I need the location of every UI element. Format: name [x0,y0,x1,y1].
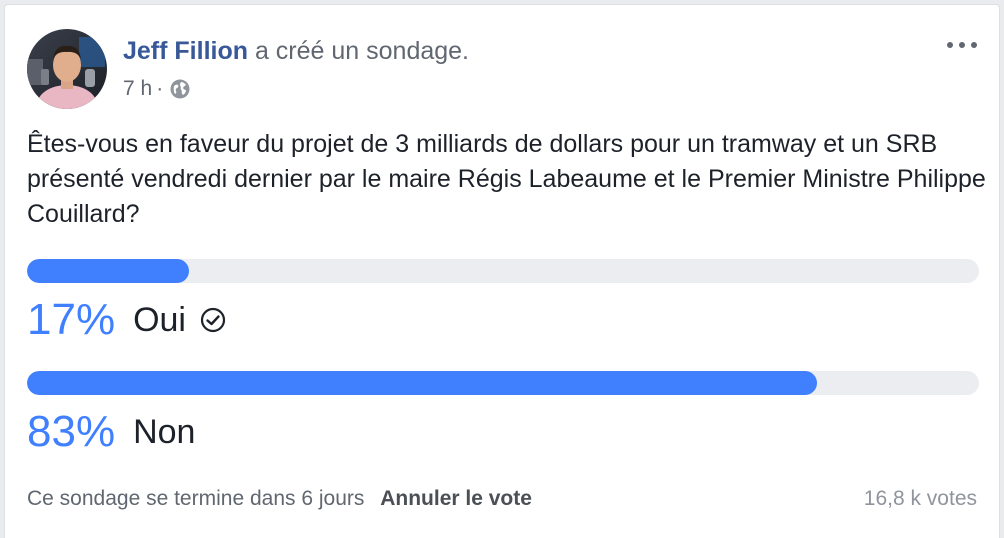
poll-option-non[interactable]: 83% Non [27,407,195,457]
poll-end-notice: Ce sondage se termine dans 6 jours [27,487,365,510]
vote-count-link[interactable]: 16,8 k votes [864,485,977,513]
poll-post-card: Jeff Fillion a créé un sondage. 7 h · Êt… [4,4,1000,538]
poll-question: Êtes-vous en faveur du projet de 3 milli… [27,130,986,228]
poll-option-label: Oui [133,301,186,339]
globe-icon[interactable] [169,78,191,100]
more-options-icon[interactable] [947,37,977,53]
poll-option-label: Non [133,413,196,451]
post-header: Jeff Fillion a créé un sondage. [123,35,469,67]
post-action-text: a créé un sondage. [254,37,470,65]
post-meta: 7 h · [123,75,191,103]
poll-option-percent: 83% [27,407,116,456]
poll-option-bar-oui[interactable] [27,259,979,283]
poll-option-oui[interactable]: 17% Oui [27,295,226,345]
avatar[interactable] [27,29,107,109]
poll-option-percent: 17% [27,295,116,344]
poll-footer: Ce sondage se termine dans 6 jours Annul… [27,485,532,513]
checkmark-circle-icon [200,307,226,333]
author-name-link[interactable]: Jeff Fillion [123,37,248,65]
poll-option-fill-oui [27,259,189,283]
post-timestamp[interactable]: 7 h [123,75,152,103]
poll-option-fill-non [27,371,818,395]
poll-option-bar-non[interactable] [27,371,979,395]
cancel-vote-link[interactable]: Annuler le vote [380,487,532,510]
meta-separator: · [156,77,164,100]
